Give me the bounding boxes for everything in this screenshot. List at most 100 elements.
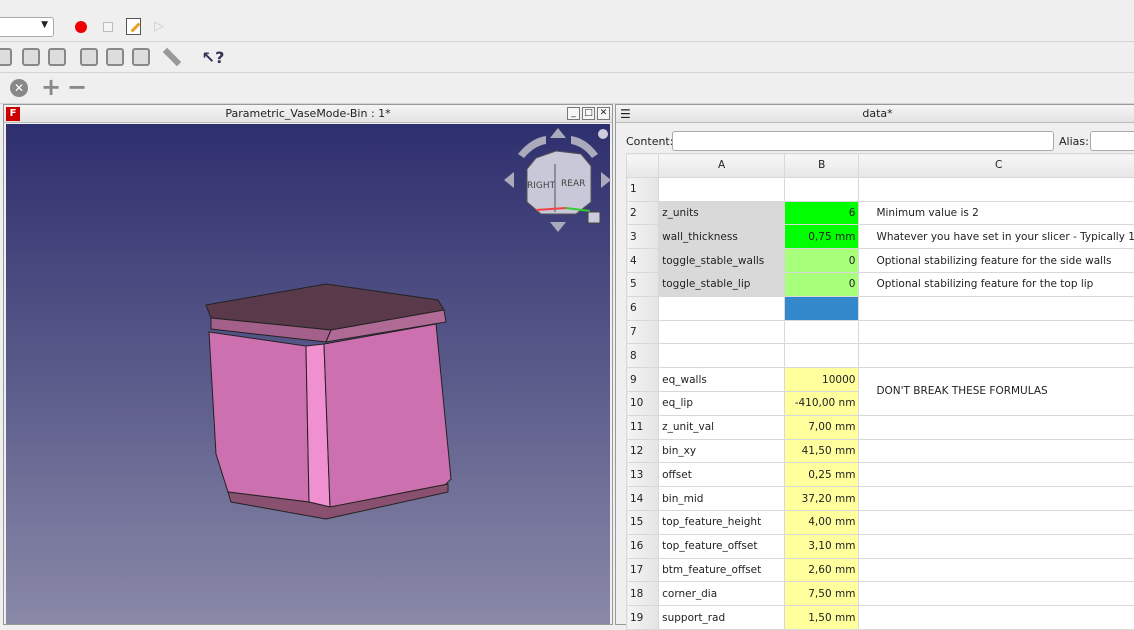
cell-b[interactable] bbox=[784, 320, 858, 344]
row-header[interactable]: 1 bbox=[627, 177, 659, 201]
cell-a[interactable]: toggle_stable_lip bbox=[659, 272, 785, 296]
whats-this-icon[interactable]: ↖? bbox=[202, 46, 224, 68]
maximize-button[interactable]: □ bbox=[582, 107, 595, 120]
cell-a[interactable]: support_rad bbox=[659, 606, 785, 630]
row-header[interactable]: 3 bbox=[627, 225, 659, 249]
cell-b[interactable]: 1,50 mm bbox=[784, 606, 858, 630]
bin-model[interactable] bbox=[206, 284, 451, 519]
cell-c[interactable] bbox=[859, 320, 1134, 344]
view-left-icon[interactable] bbox=[132, 48, 150, 66]
cell-b[interactable]: -410,00 nm bbox=[784, 391, 858, 415]
row-header[interactable]: 4 bbox=[627, 249, 659, 273]
cell-b[interactable]: 6 bbox=[784, 201, 858, 225]
cell-c[interactable] bbox=[859, 558, 1134, 582]
cell-a[interactable] bbox=[659, 344, 785, 368]
cell-b[interactable]: 0 bbox=[784, 272, 858, 296]
cell-c[interactable]: Minimum value is 2 bbox=[859, 201, 1134, 225]
row-header[interactable]: 14 bbox=[627, 487, 659, 511]
cell-b[interactable]: 7,50 mm bbox=[784, 582, 858, 606]
row-header[interactable]: 6 bbox=[627, 296, 659, 320]
cell-a[interactable]: bin_xy bbox=[659, 439, 785, 463]
cell-c[interactable] bbox=[859, 463, 1134, 487]
cell-b[interactable]: 3,10 mm bbox=[784, 534, 858, 558]
record-macro-icon[interactable] bbox=[73, 19, 89, 35]
workbench-selector[interactable]: ▼ bbox=[0, 17, 54, 37]
cell-b[interactable]: 0 bbox=[784, 249, 858, 273]
cell-c[interactable]: DON'T BREAK THESE FORMULAS bbox=[859, 368, 1134, 416]
cell-c[interactable] bbox=[859, 510, 1134, 534]
cell-c[interactable] bbox=[859, 177, 1134, 201]
zoom-out-icon[interactable]: − bbox=[67, 76, 87, 98]
content-input[interactable] bbox=[672, 131, 1054, 151]
cell-b[interactable]: 10000 bbox=[784, 368, 858, 392]
cell-c[interactable] bbox=[859, 296, 1134, 320]
cell-a[interactable]: eq_walls bbox=[659, 368, 785, 392]
row-header[interactable]: 13 bbox=[627, 463, 659, 487]
cell-b[interactable]: 41,50 mm bbox=[784, 439, 858, 463]
column-header-b[interactable]: B bbox=[784, 154, 858, 178]
cell-b[interactable] bbox=[784, 344, 858, 368]
cell-b[interactable]: 4,00 mm bbox=[784, 510, 858, 534]
view-front-icon[interactable] bbox=[0, 48, 12, 66]
minimize-button[interactable]: _ bbox=[567, 107, 580, 120]
cell-a[interactable]: z_unit_val bbox=[659, 415, 785, 439]
cell-c[interactable]: Optional stabilizing feature for the sid… bbox=[859, 249, 1134, 273]
cell-a[interactable]: bin_mid bbox=[659, 487, 785, 511]
cell-c[interactable] bbox=[859, 606, 1134, 630]
measure-icon[interactable] bbox=[163, 48, 181, 66]
cell-b[interactable]: 7,00 mm bbox=[784, 415, 858, 439]
cell-a[interactable]: wall_thickness bbox=[659, 225, 785, 249]
close-button[interactable]: ✕ bbox=[597, 107, 610, 120]
close-sketch-icon[interactable]: ✕ bbox=[10, 79, 28, 97]
cell-b[interactable]: 0,25 mm bbox=[784, 463, 858, 487]
row-header[interactable]: 15 bbox=[627, 510, 659, 534]
cell-a[interactable] bbox=[659, 296, 785, 320]
cell-c[interactable] bbox=[859, 439, 1134, 463]
row-header[interactable]: 19 bbox=[627, 606, 659, 630]
row-header[interactable]: 11 bbox=[627, 415, 659, 439]
cell-a[interactable]: toggle_stable_walls bbox=[659, 249, 785, 273]
cell-a[interactable]: top_feature_offset bbox=[659, 534, 785, 558]
cell-c[interactable] bbox=[859, 534, 1134, 558]
row-header[interactable]: 2 bbox=[627, 201, 659, 225]
cell-c[interactable] bbox=[859, 344, 1134, 368]
cell-c[interactable] bbox=[859, 582, 1134, 606]
zoom-in-icon[interactable]: + bbox=[41, 76, 61, 98]
view-top-icon[interactable] bbox=[22, 48, 40, 66]
cell-a[interactable]: offset bbox=[659, 463, 785, 487]
row-header[interactable]: 16 bbox=[627, 534, 659, 558]
view-bottom-icon[interactable] bbox=[106, 48, 124, 66]
row-header[interactable]: 5 bbox=[627, 272, 659, 296]
view-rear-icon[interactable] bbox=[80, 48, 98, 66]
cell-b[interactable]: 37,20 mm bbox=[784, 487, 858, 511]
cell-c[interactable]: Whatever you have set in your slicer - T… bbox=[859, 225, 1134, 249]
play-macro-icon[interactable]: ▷ bbox=[152, 18, 166, 34]
cell-a[interactable]: top_feature_height bbox=[659, 510, 785, 534]
cell-a[interactable] bbox=[659, 177, 785, 201]
cell-b[interactable] bbox=[784, 177, 858, 201]
cell-b[interactable] bbox=[784, 296, 858, 320]
row-header[interactable]: 12 bbox=[627, 439, 659, 463]
cell-a[interactable] bbox=[659, 320, 785, 344]
cell-c[interactable]: Optional stabilizing feature for the top… bbox=[859, 272, 1134, 296]
view-right-icon[interactable] bbox=[48, 48, 66, 66]
alias-input[interactable] bbox=[1090, 131, 1134, 151]
row-header[interactable]: 18 bbox=[627, 582, 659, 606]
cell-c[interactable] bbox=[859, 415, 1134, 439]
row-header[interactable]: 8 bbox=[627, 344, 659, 368]
column-header-c[interactable]: C bbox=[859, 154, 1134, 178]
row-header[interactable]: 10 bbox=[627, 391, 659, 415]
cell-b[interactable]: 2,60 mm bbox=[784, 558, 858, 582]
row-header[interactable]: 17 bbox=[627, 558, 659, 582]
cell-a[interactable]: corner_dia bbox=[659, 582, 785, 606]
stop-macro-icon[interactable] bbox=[100, 19, 116, 35]
cell-a[interactable]: btm_feature_offset bbox=[659, 558, 785, 582]
cell-a[interactable]: z_units bbox=[659, 201, 785, 225]
row-header[interactable]: 9 bbox=[627, 368, 659, 392]
cell-b[interactable]: 0,75 mm bbox=[784, 225, 858, 249]
cell-c[interactable] bbox=[859, 487, 1134, 511]
cell-a[interactable]: eq_lip bbox=[659, 391, 785, 415]
corner-header[interactable] bbox=[627, 154, 659, 178]
row-header[interactable]: 7 bbox=[627, 320, 659, 344]
edit-macro-icon[interactable] bbox=[124, 16, 142, 36]
